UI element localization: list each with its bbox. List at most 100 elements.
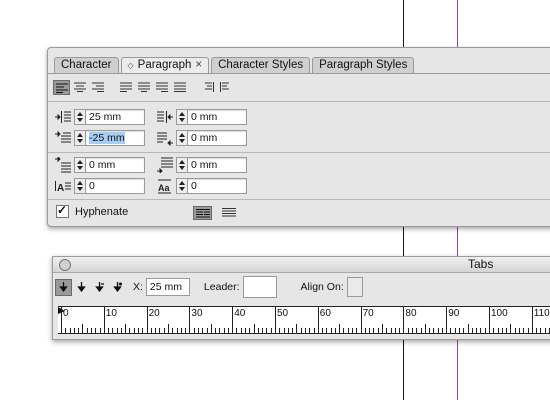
tab-paragraph-styles[interactable]: Paragraph Styles xyxy=(312,57,415,73)
ruler-minor-tick xyxy=(133,328,135,333)
tab-controls: X: 25 mm Leader: Align On: xyxy=(55,276,363,298)
ruler-minor-tick xyxy=(480,328,482,333)
align-towards-spine-icon[interactable] xyxy=(200,80,216,94)
first-line-indent-stepper[interactable] xyxy=(74,130,85,146)
ruler-minor-tick xyxy=(390,328,392,333)
right-indent-stepper[interactable] xyxy=(176,109,187,125)
x-position-label: X: xyxy=(133,281,143,293)
ruler-minor-tick xyxy=(377,328,379,333)
ruler-minor-tick xyxy=(420,328,422,333)
justify-center-icon[interactable] xyxy=(136,80,152,94)
space-after-row: 0 mm xyxy=(156,155,247,175)
ruler-minor-tick xyxy=(155,328,157,333)
ruler-minor-tick xyxy=(296,324,298,333)
do-not-align-to-baseline-icon[interactable] xyxy=(193,206,212,220)
align-to-decimal-tab-icon[interactable] xyxy=(109,279,126,296)
left-justified-tab-icon[interactable] xyxy=(55,278,72,296)
hyphenate-label: Hyphenate xyxy=(75,205,129,218)
right-indent-icon xyxy=(157,111,173,123)
left-indent-stepper[interactable] xyxy=(74,109,85,125)
drop-cap-lines-field[interactable]: 0 xyxy=(85,178,145,194)
close-button[interactable] xyxy=(59,259,71,271)
center-justified-tab-icon[interactable] xyxy=(73,279,90,296)
ruler-minor-tick xyxy=(150,328,152,333)
ruler-minor-tick xyxy=(210,324,212,333)
ruler-minor-tick xyxy=(65,328,67,333)
ruler-minor-tick xyxy=(120,328,122,333)
justify-all-icon[interactable] xyxy=(172,80,188,94)
ruler-minor-tick xyxy=(527,328,529,333)
left-indent-field[interactable]: 25 mm xyxy=(85,109,145,125)
tab-divider xyxy=(48,73,550,74)
tab-ruler[interactable]: 0 10 20 30 40 50 60 70 80 90 100 110 xyxy=(58,306,550,334)
last-line-indent-field[interactable]: 0 mm xyxy=(187,130,247,146)
ruler-major-tick xyxy=(103,307,105,333)
ruler-major-tick xyxy=(360,307,362,333)
first-line-indent-field[interactable]: -25 mm xyxy=(85,130,145,146)
ruler-minor-tick xyxy=(99,328,101,333)
ruler-number: 100 xyxy=(491,308,508,319)
align-on-field[interactable] xyxy=(346,277,363,297)
ruler-minor-tick xyxy=(82,324,84,333)
ruler-minor-tick xyxy=(168,324,169,333)
ruler-minor-tick xyxy=(364,328,366,333)
ruler-minor-tick xyxy=(544,328,546,333)
ruler-minor-tick xyxy=(484,328,486,333)
right-justified-tab-icon[interactable] xyxy=(91,279,108,296)
panel-options-icon[interactable]: ◇ xyxy=(128,61,134,70)
drop-cap-chars-field[interactable]: 0 xyxy=(187,178,247,194)
space-after-field[interactable]: 0 mm xyxy=(187,157,247,173)
ruler-minor-tick xyxy=(523,328,525,333)
space-after-stepper[interactable] xyxy=(176,157,187,173)
space-before-field[interactable]: 0 mm xyxy=(85,157,145,173)
selected-text: -25 mm xyxy=(89,132,125,144)
ruler-minor-tick xyxy=(407,328,409,333)
ruler-minor-tick xyxy=(424,324,426,333)
last-line-indent-stepper[interactable] xyxy=(176,130,187,146)
right-indent-field[interactable]: 0 mm xyxy=(187,109,247,125)
ruler-minor-tick xyxy=(227,328,229,333)
space-after-icon xyxy=(157,157,173,173)
ruler-minor-tick xyxy=(125,324,127,333)
drop-cap-lines-row: A 0 xyxy=(54,176,145,196)
hyphenate-checkbox[interactable] xyxy=(56,203,69,218)
ruler-minor-tick xyxy=(223,328,225,333)
tab-label: Character Styles xyxy=(218,59,304,71)
justify-left-icon[interactable] xyxy=(118,80,134,94)
ruler-major-tick xyxy=(531,307,533,333)
ruler-minor-tick xyxy=(476,328,478,333)
ruler-minor-tick xyxy=(202,328,204,333)
last-line-indent-row: 0 mm xyxy=(156,128,247,148)
x-position-field[interactable]: 25 mm xyxy=(145,278,190,296)
section-divider xyxy=(48,152,550,153)
justify-right-icon[interactable] xyxy=(154,80,170,94)
ruler-minor-tick xyxy=(450,328,452,333)
ruler-minor-tick xyxy=(386,328,388,333)
align-center-icon[interactable] xyxy=(72,80,88,94)
first-line-indent-row: -25 mm xyxy=(54,128,145,148)
alignment-buttons xyxy=(53,80,236,96)
close-icon[interactable]: × xyxy=(195,59,202,71)
ruler-major-tick xyxy=(403,307,405,333)
align-away-from-spine-icon[interactable] xyxy=(218,80,234,94)
drop-cap-chars-stepper[interactable] xyxy=(176,178,187,194)
tab-paragraph[interactable]: ◇ Paragraph × xyxy=(120,57,210,73)
tab-character-styles[interactable]: Character Styles xyxy=(211,57,311,73)
ruler-minor-tick xyxy=(112,328,114,333)
space-before-row: 0 mm xyxy=(54,155,145,175)
svg-text:A: A xyxy=(57,183,64,194)
ruler-number: 30 xyxy=(191,308,203,319)
ruler-minor-tick xyxy=(249,328,251,333)
tab-label: Character xyxy=(61,59,112,71)
left-indent-row: 25 mm xyxy=(54,107,145,127)
leader-field[interactable] xyxy=(242,276,277,298)
ruler-minor-tick xyxy=(108,328,110,333)
align-right-icon[interactable] xyxy=(90,80,106,94)
drop-cap-lines-stepper[interactable] xyxy=(74,178,85,194)
space-before-stepper[interactable] xyxy=(74,157,85,173)
ruler-minor-tick xyxy=(369,328,371,333)
align-left-icon[interactable] xyxy=(53,80,70,95)
tabs-title-bar[interactable]: Tabs xyxy=(53,257,550,273)
tab-character[interactable]: Character xyxy=(54,57,119,73)
align-to-baseline-icon[interactable] xyxy=(220,206,237,218)
